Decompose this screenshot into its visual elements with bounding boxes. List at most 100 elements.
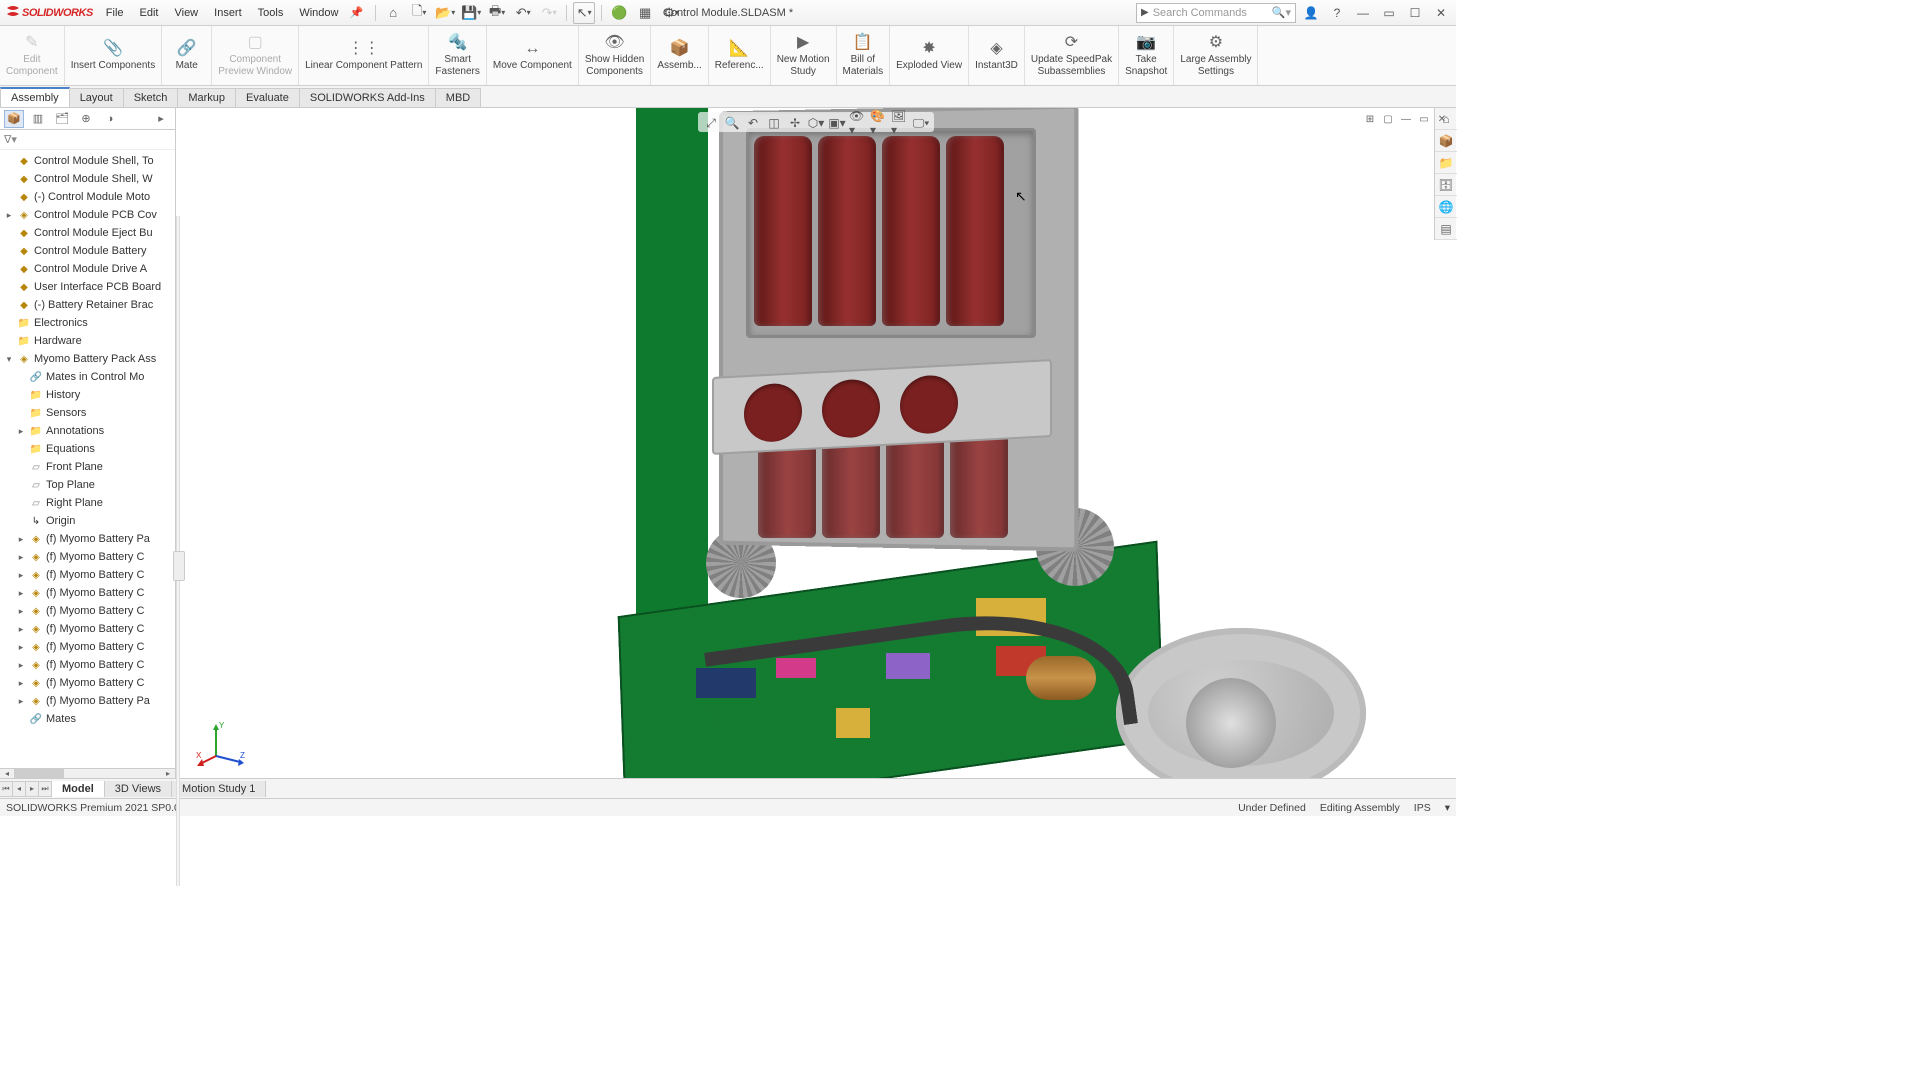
task-view-palette-icon[interactable]: 🌐 [1435, 196, 1457, 218]
tree-item[interactable]: ▸◈(f) Myomo Battery C [0, 584, 175, 602]
tree-filter-icon[interactable]: ∇▾ [0, 130, 175, 150]
expand-icon[interactable]: ▸ [16, 588, 26, 599]
ribbon-large-asm[interactable]: ⚙Large AssemblySettings [1174, 26, 1258, 85]
splitter-grip-icon[interactable] [173, 551, 185, 581]
expand-icon[interactable]: ▾ [4, 354, 14, 365]
tree-item[interactable]: ◆Control Module Shell, W [0, 170, 175, 188]
tree-item[interactable]: ◆User Interface PCB Board [0, 278, 175, 296]
select-icon[interactable]: ↖▾ [573, 2, 595, 24]
tree-horizontal-scrollbar[interactable]: ◂ ▸ [0, 768, 175, 778]
tree-item[interactable]: ◆Control Module Shell, To [0, 152, 175, 170]
bottom-tab-model[interactable]: Model [52, 781, 105, 797]
tree-item[interactable]: ▸◈(f) Myomo Battery Pa [0, 530, 175, 548]
expand-icon[interactable]: ▸ [16, 660, 26, 671]
maximize-icon[interactable]: ☐ [1404, 4, 1426, 22]
scroll-thumb[interactable] [14, 769, 64, 778]
expand-icon[interactable]: ▸ [16, 678, 26, 689]
ribbon-move-comp[interactable]: ↔Move Component [487, 26, 579, 85]
expand-icon[interactable]: ▸ [4, 210, 14, 221]
expand-icon[interactable]: ▸ [16, 426, 26, 437]
link-views-icon[interactable]: ⊞ [1362, 112, 1378, 126]
tab-last-icon[interactable]: ⏭ [38, 781, 52, 797]
ribbon-show-hidden[interactable]: 👁Show HiddenComponents [579, 26, 651, 85]
new-doc-icon[interactable]: 🗋▾ [408, 2, 430, 24]
ribbon-reference[interactable]: 📐Referenc... [709, 26, 771, 85]
zoom-fit-icon[interactable]: ⤢ [702, 114, 720, 132]
ribbon-bom[interactable]: 📋Bill ofMaterials [837, 26, 891, 85]
ribbon-motion-study[interactable]: ▶New MotionStudy [771, 26, 837, 85]
scroll-left-icon[interactable]: ◂ [0, 769, 14, 778]
expand-icon[interactable]: ▸ [16, 696, 26, 707]
menu-window[interactable]: Window [292, 4, 345, 22]
tree-item[interactable]: ▸◈(f) Myomo Battery C [0, 656, 175, 674]
cmd-tab-mbd[interactable]: MBD [435, 88, 481, 107]
viewport-close-icon[interactable]: ✕ [1434, 112, 1450, 126]
dynamic-annotation-icon[interactable]: ✢ [786, 114, 804, 132]
tree-item[interactable]: ▱Right Plane [0, 494, 175, 512]
expand-icon[interactable]: ▸ [16, 570, 26, 581]
tree-item[interactable]: ▱Top Plane [0, 476, 175, 494]
menu-view[interactable]: View [167, 4, 205, 22]
ribbon-insert-comp[interactable]: 📎Insert Components [65, 26, 163, 85]
cmd-tab-sketch[interactable]: Sketch [123, 88, 179, 107]
panel-splitter[interactable] [176, 216, 180, 886]
close-icon[interactable]: ✕ [1430, 4, 1452, 22]
dimxpert-tab-icon[interactable]: ⊕ [76, 110, 96, 128]
tree-item[interactable]: ◆(-) Control Module Moto [0, 188, 175, 206]
overflow-tab-icon[interactable]: ▸ [151, 110, 171, 128]
undo-icon[interactable]: ↶▾ [512, 2, 534, 24]
tree-item[interactable]: ▾◈Myomo Battery Pack Ass [0, 350, 175, 368]
tree-item[interactable]: 📁Equations [0, 440, 175, 458]
property-manager-tab-icon[interactable]: ▥ [28, 110, 48, 128]
tree-item[interactable]: ▸◈(f) Myomo Battery C [0, 638, 175, 656]
cmd-tab-evaluate[interactable]: Evaluate [235, 88, 300, 107]
task-resources-icon[interactable]: 📦 [1435, 130, 1457, 152]
ribbon-instant3d[interactable]: ◈Instant3D [969, 26, 1025, 85]
tree-item[interactable]: ▸◈(f) Myomo Battery C [0, 566, 175, 584]
feature-tree-tab-icon[interactable]: 📦 [4, 110, 24, 128]
tree-item[interactable]: ▸◈Control Module PCB Cov [0, 206, 175, 224]
scroll-right-icon[interactable]: ▸ [161, 769, 175, 778]
tree-item[interactable]: 🔗Mates [0, 710, 175, 728]
tree-item[interactable]: ◆(-) Battery Retainer Brac [0, 296, 175, 314]
ribbon-assembly-feat[interactable]: 📦Assemb... [651, 26, 708, 85]
home-icon[interactable]: ⌂ [382, 2, 404, 24]
ribbon-exploded[interactable]: ✸Exploded View [890, 26, 969, 85]
tree-item[interactable]: ↳Origin [0, 512, 175, 530]
status-units[interactable]: IPS [1414, 802, 1431, 814]
login-icon[interactable]: 👤 [1300, 4, 1322, 22]
pin-menu-icon[interactable]: 📌 [349, 6, 363, 19]
tree-item[interactable]: ◆Control Module Drive A [0, 260, 175, 278]
minimize-icon[interactable]: — [1352, 4, 1374, 22]
menu-edit[interactable]: Edit [133, 4, 166, 22]
tree-item[interactable]: ◆Control Module Eject Bu [0, 224, 175, 242]
tree-item[interactable]: ▱Front Plane [0, 458, 175, 476]
ribbon-mate[interactable]: 🔗Mate [162, 26, 212, 85]
apply-scene-icon[interactable]: 🖼▾ [891, 114, 909, 132]
task-appearances-icon[interactable]: ▤ [1435, 218, 1457, 240]
bottom-tab-3d-views[interactable]: 3D Views [105, 781, 172, 797]
tree-item[interactable]: 📁Hardware [0, 332, 175, 350]
ribbon-smart-fasteners[interactable]: 🔩SmartFasteners [429, 26, 486, 85]
task-file-explorer-icon[interactable]: 🗄 [1435, 174, 1457, 196]
ribbon-linear-pattern[interactable]: ⋮⋮Linear Component Pattern [299, 26, 429, 85]
view-settings-icon[interactable]: 🖵▾ [912, 114, 930, 132]
cmd-tab-assembly[interactable]: Assembly [0, 87, 70, 107]
viewport-maximize-icon[interactable]: ▭ [1416, 112, 1432, 126]
redo-icon[interactable]: ↷▾ [538, 2, 560, 24]
tree-item[interactable]: 📁Electronics [0, 314, 175, 332]
open-doc-icon[interactable]: 📂▾ [434, 2, 456, 24]
display-manager-tab-icon[interactable]: ◑ [100, 110, 120, 128]
tree-item[interactable]: 📁History [0, 386, 175, 404]
search-commands-input[interactable]: ▶ Search Commands 🔍▾ [1136, 3, 1296, 23]
tree-item[interactable]: ▸◈(f) Myomo Battery Pa [0, 692, 175, 710]
hide-show-icon[interactable]: 👁▾ [849, 114, 867, 132]
ribbon-speedpak[interactable]: ⟳Update SpeedPakSubassemblies [1025, 26, 1119, 85]
expand-icon[interactable]: ▸ [16, 552, 26, 563]
cmd-tab-markup[interactable]: Markup [177, 88, 236, 107]
expand-icon[interactable]: ▸ [16, 606, 26, 617]
task-design-lib-icon[interactable]: 📁 [1435, 152, 1457, 174]
search-icon[interactable]: 🔍▾ [1272, 6, 1291, 19]
tree-item[interactable]: ▸◈(f) Myomo Battery C [0, 602, 175, 620]
options-grid-icon[interactable]: ▦ [634, 2, 656, 24]
